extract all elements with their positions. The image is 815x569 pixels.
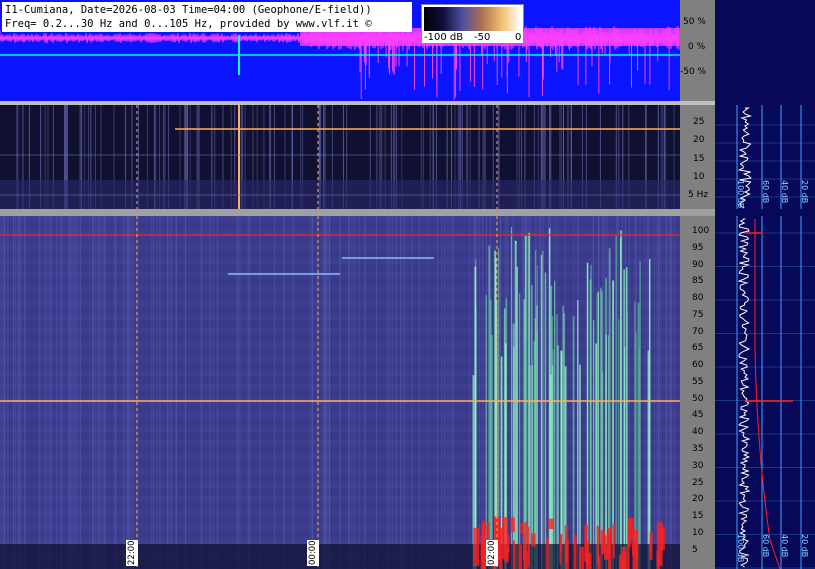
spectrogram-high-plot (0, 216, 680, 569)
spectrogram-high-floor (0, 544, 680, 569)
spectrogram-high-burst (524, 521, 527, 556)
time-marker-label: 02:00 (486, 540, 498, 566)
spectrogram-high-burst (632, 544, 635, 556)
profile-red-curve (754, 219, 781, 569)
spectrogram-high-burst (518, 544, 523, 569)
spectrogram-high-burst (635, 538, 639, 562)
profile-top-label: 60 dB (761, 180, 770, 204)
axis-high-label: 35 (692, 444, 704, 454)
spectrogram-high-axis: 100 95 90 85 80 75 70 65 60 55 50 45 40 35 30 25 20 15 10 5 (680, 216, 715, 569)
panel-divider (0, 209, 715, 216)
profile-trace-high (737, 218, 751, 568)
header-info-box: I1-Cumiana, Date=2026-08-03 Time=04:00 (… (2, 2, 412, 32)
profile-top-label: 20 dB (800, 180, 809, 204)
axis-high-label: 65 (692, 343, 704, 354)
profile-bottom-label: 20 dB (800, 534, 809, 558)
colorbar-label-min: -100 dB (424, 32, 464, 43)
spectrogram-high-burst (597, 555, 601, 569)
spectrogram-high-burst (548, 518, 555, 529)
spectrogram-high-burst (473, 527, 480, 567)
spectrogram-high-burst (573, 534, 577, 569)
axis-high-label: 20 (692, 494, 704, 505)
axis-high-label: 10 (692, 527, 704, 538)
spectrogram-high-burst (504, 547, 509, 563)
profile-bottom-label: 100 dB (736, 534, 745, 563)
spectrogram-high-burst (523, 550, 528, 569)
waveform-axis-label-50: 50 % (683, 17, 706, 27)
axis-high-label: 45 (692, 410, 704, 421)
axis-high-label: 75 (692, 309, 704, 320)
profile-bottom-label: 40 dB (780, 534, 789, 558)
spectrogram-high (0, 216, 680, 569)
spectrogram-high-burst (627, 543, 630, 569)
colorbar-gradient (424, 7, 521, 31)
colorbar: -100 dB -50 0 (421, 4, 524, 44)
spectrogram-high-burst (510, 517, 515, 533)
spectrogram-low (0, 105, 680, 209)
spectrogram-high-burst (584, 524, 588, 562)
vlf-monitor-display: 50 % 0 % -50 % I1-Cumiana, Date=2026-08-… (0, 0, 815, 569)
axis-high-label: 40 (692, 427, 704, 438)
header-freq-info: Freq= 0.2...30 Hz and 0...105 Hz, provid… (5, 18, 372, 30)
colorbar-label-max: 0 (515, 32, 522, 43)
spectrogram-high-burst (628, 517, 634, 540)
axis-high-label: 70 (692, 326, 704, 337)
waveform-axis: 50 % 0 % -50 % (680, 0, 715, 101)
profile-top-label: 40 dB (780, 180, 789, 204)
axis-high-label: 90 (692, 259, 704, 270)
time-marker-label: 22:00 (126, 540, 138, 566)
spectrogram-high-burst (512, 540, 515, 569)
spectrogram-low-plot (0, 105, 680, 209)
spectrogram-high-burst (564, 538, 569, 569)
axis-high-label: 55 (692, 376, 704, 387)
spectrogram-high-burst (520, 523, 525, 534)
colorbar-label-mid: -50 (474, 32, 491, 43)
spectral-profile-plot (715, 105, 815, 569)
time-marker-label: 00:00 (307, 540, 319, 566)
axis-high-label: 5 (692, 544, 698, 555)
axis-high-label: 80 (692, 293, 704, 304)
axis-high-label: 85 (692, 276, 704, 287)
spectrogram-high-burst (612, 523, 615, 559)
header-title: I1-Cumiana, Date=2026-08-03 Time=04:00 (… (5, 4, 372, 16)
spectrogram-high-burst (527, 526, 530, 568)
spectrogram-high-burst (531, 533, 536, 547)
profile-top-label: 100 dB (736, 180, 745, 209)
axis-low-label-10: 10 (693, 172, 705, 182)
axis-low-unit: Hz (696, 190, 709, 200)
spectrogram-high-burst (546, 537, 549, 569)
spectrogram-high-burst (559, 534, 562, 565)
spectrogram-high-burst (618, 555, 625, 569)
spectrogram-high-burst (607, 528, 612, 569)
waveform-axis-label-0: 0 % (688, 42, 706, 52)
axis-high-label: 50 (692, 393, 704, 404)
spectrogram-high-burst (649, 541, 652, 552)
axis-high-label: 100 (692, 226, 710, 237)
axis-high-label: 30 (692, 460, 704, 471)
spectral-profile-panel: 100 dB 60 dB 40 dB 20 dB 100 dB 60 dB 40… (715, 0, 815, 569)
profile-bottom-label: 60 dB (761, 534, 770, 558)
waveform-axis-label-neg50: -50 % (680, 67, 707, 77)
axis-high-label: 25 (692, 477, 704, 488)
spectrogram-low-axis: 25 20 15 10 5 Hz (680, 105, 715, 209)
axis-high-label: 15 (692, 511, 704, 522)
axis-low-label-5: 5 Hz (688, 190, 709, 200)
spectrogram-high-burst (656, 550, 660, 569)
axis-low-label-15: 15 (693, 154, 705, 164)
spectrogram-high-burst (578, 546, 585, 569)
axis-high-label: 60 (692, 360, 704, 371)
axis-low-label-20: 20 (693, 135, 705, 145)
spectrogram-high-burst (602, 535, 607, 552)
axis-high-label: 95 (692, 242, 704, 253)
axis-low-label-25: 25 (693, 117, 705, 127)
